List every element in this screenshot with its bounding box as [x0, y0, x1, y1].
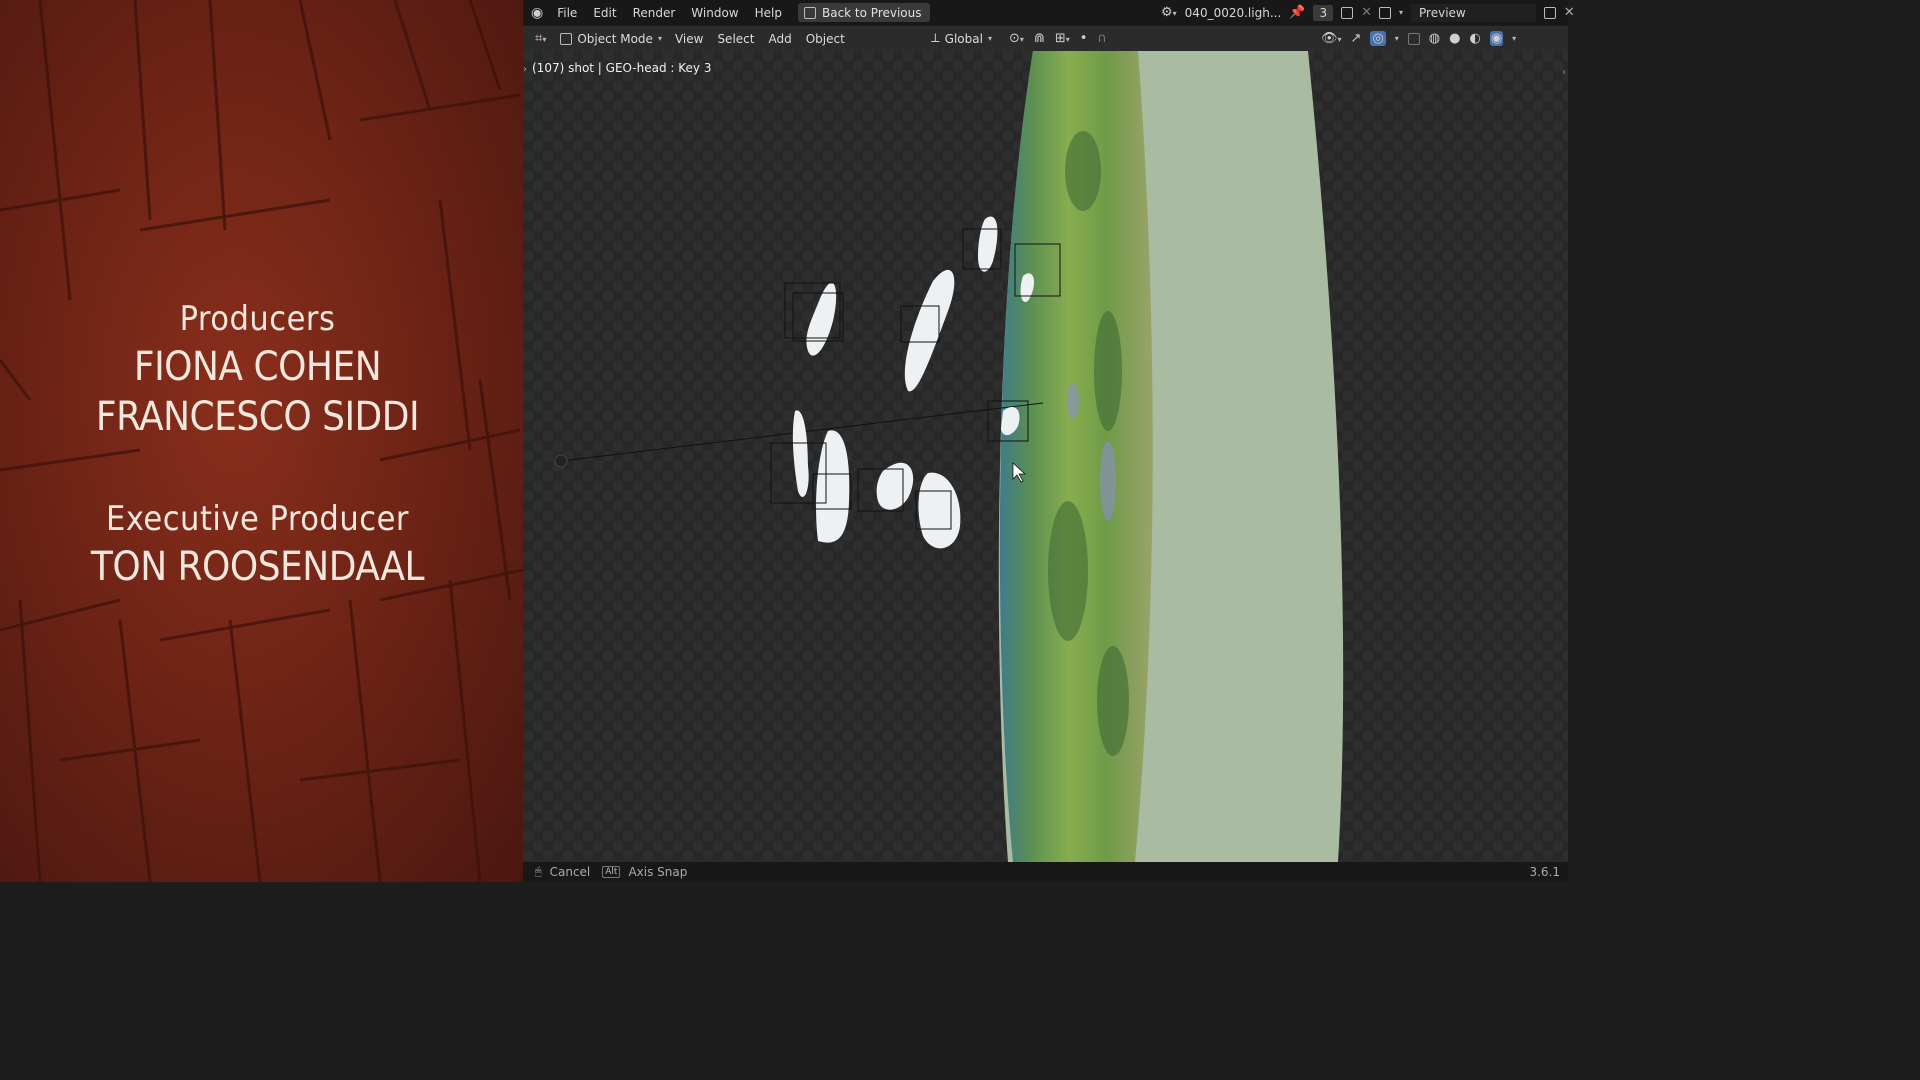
view-layer-field[interactable]: Preview [1411, 3, 1536, 22]
snap-icon[interactable]: ⋒ [1034, 31, 1045, 46]
back-to-previous-button[interactable]: Back to Previous [797, 3, 930, 22]
credit-name: FRANCESCO SIDDI [95, 394, 420, 440]
alt-key-badge: Alt [602, 866, 621, 878]
credit-block-producers: Producers FIONA COHEN FRANCESCO SIDDI [0, 296, 515, 442]
menu-render[interactable]: Render [625, 6, 684, 20]
visibility-icon[interactable]: 👁▾ [1321, 31, 1342, 46]
material-shading-icon[interactable]: ◐ [1469, 31, 1480, 46]
menu-add[interactable]: Add [761, 32, 798, 46]
pivot-icon[interactable]: ⊙▾ [1009, 31, 1024, 46]
credit-name: FIONA COHEN [133, 344, 382, 390]
menu-window[interactable]: Window [683, 6, 746, 20]
scene-user-count[interactable]: 3 [1313, 4, 1334, 21]
back-icon [803, 6, 816, 19]
solid-shading-icon[interactable]: ● [1449, 31, 1460, 46]
credit-block-executive-producer: Executive Producer TON ROOSENDAAL [0, 496, 515, 592]
add-view-layer-icon[interactable] [1543, 6, 1556, 19]
orientation-icon: ⟂ [931, 31, 940, 46]
chevron-right-icon[interactable]: › [523, 64, 527, 75]
overlay-icon[interactable]: ◎ [1370, 31, 1386, 46]
add-scene-icon[interactable] [1341, 6, 1354, 19]
credit-name: TON ROOSENDAAL [90, 544, 425, 590]
menu-help[interactable]: Help [747, 6, 790, 20]
rendered-shading-icon[interactable]: ◉ [1489, 31, 1504, 46]
gizmo-icon[interactable]: ↗ [1351, 31, 1362, 46]
blender-logo-icon[interactable]: ◉ [531, 5, 543, 21]
close-icon[interactable]: ✕ [1361, 5, 1372, 20]
mouse-icon: 🖱 [535, 865, 542, 878]
camera-origin-icon[interactable] [554, 454, 568, 468]
version-label: 3.6.1 [1529, 865, 1560, 879]
chevron-left-icon[interactable]: ‹ [1562, 67, 1566, 78]
proportional-icon[interactable]: • [1080, 31, 1088, 46]
cloud-objects[interactable] [792, 216, 1035, 549]
menu-object[interactable]: Object [799, 32, 852, 46]
axis-snap-hint: Axis Snap [628, 865, 688, 879]
scene-icon[interactable]: ⚙▾ [1161, 5, 1177, 20]
menu-view[interactable]: View [668, 32, 710, 46]
snap-target-icon[interactable]: ⊞▾ [1055, 31, 1070, 46]
falloff-icon[interactable]: ∩ [1097, 31, 1107, 46]
back-to-previous-label: Back to Previous [821, 5, 922, 20]
editor-type-icon[interactable]: ⌗▾ [535, 31, 546, 46]
top-bar: ◉ File Edit Render Window Help Back to P… [523, 0, 1575, 25]
scene-name-field[interactable]: 040_0020.ligh... [1185, 6, 1282, 20]
menu-edit[interactable]: Edit [585, 6, 624, 20]
menu-select[interactable]: Select [710, 32, 761, 46]
credit-role: Executive Producer [106, 499, 409, 539]
view-layer-icon[interactable] [1379, 6, 1391, 19]
transform-orientation-dropdown[interactable]: ⟂ Global ▾ [925, 29, 998, 48]
wireframe-shading-icon[interactable]: ◍ [1429, 31, 1440, 46]
status-bar: 🖱 Cancel Alt Axis Snap 3.6.1 [523, 862, 1568, 882]
pin-icon[interactable]: 📌 [1289, 5, 1305, 20]
3d-viewport[interactable]: (107) shot | GEO-head : Key 3 › ‹ [523, 51, 1568, 862]
mode-dropdown[interactable]: Object Mode ▾ [554, 29, 668, 48]
credits-panel: Producers FIONA COHEN FRANCESCO SIDDI Ex… [0, 0, 523, 882]
orientation-label: Global [944, 31, 983, 46]
viewport-header: ⌗▾ Object Mode ▾ View Select Add Object … [523, 26, 1568, 51]
credit-role: Producers [179, 299, 336, 339]
menu-file[interactable]: File [549, 6, 585, 20]
xray-icon[interactable] [1407, 32, 1420, 45]
cancel-hint: Cancel [549, 865, 591, 879]
close-icon[interactable]: ✕ [1564, 5, 1575, 20]
object-mode-icon [560, 32, 573, 45]
blender-window: ◉ File Edit Render Window Help Back to P… [523, 0, 1575, 882]
mode-label: Object Mode [577, 31, 653, 46]
viewport-scene [554, 51, 1344, 862]
viewport-info-text: (107) shot | GEO-head : Key 3 [532, 61, 712, 75]
